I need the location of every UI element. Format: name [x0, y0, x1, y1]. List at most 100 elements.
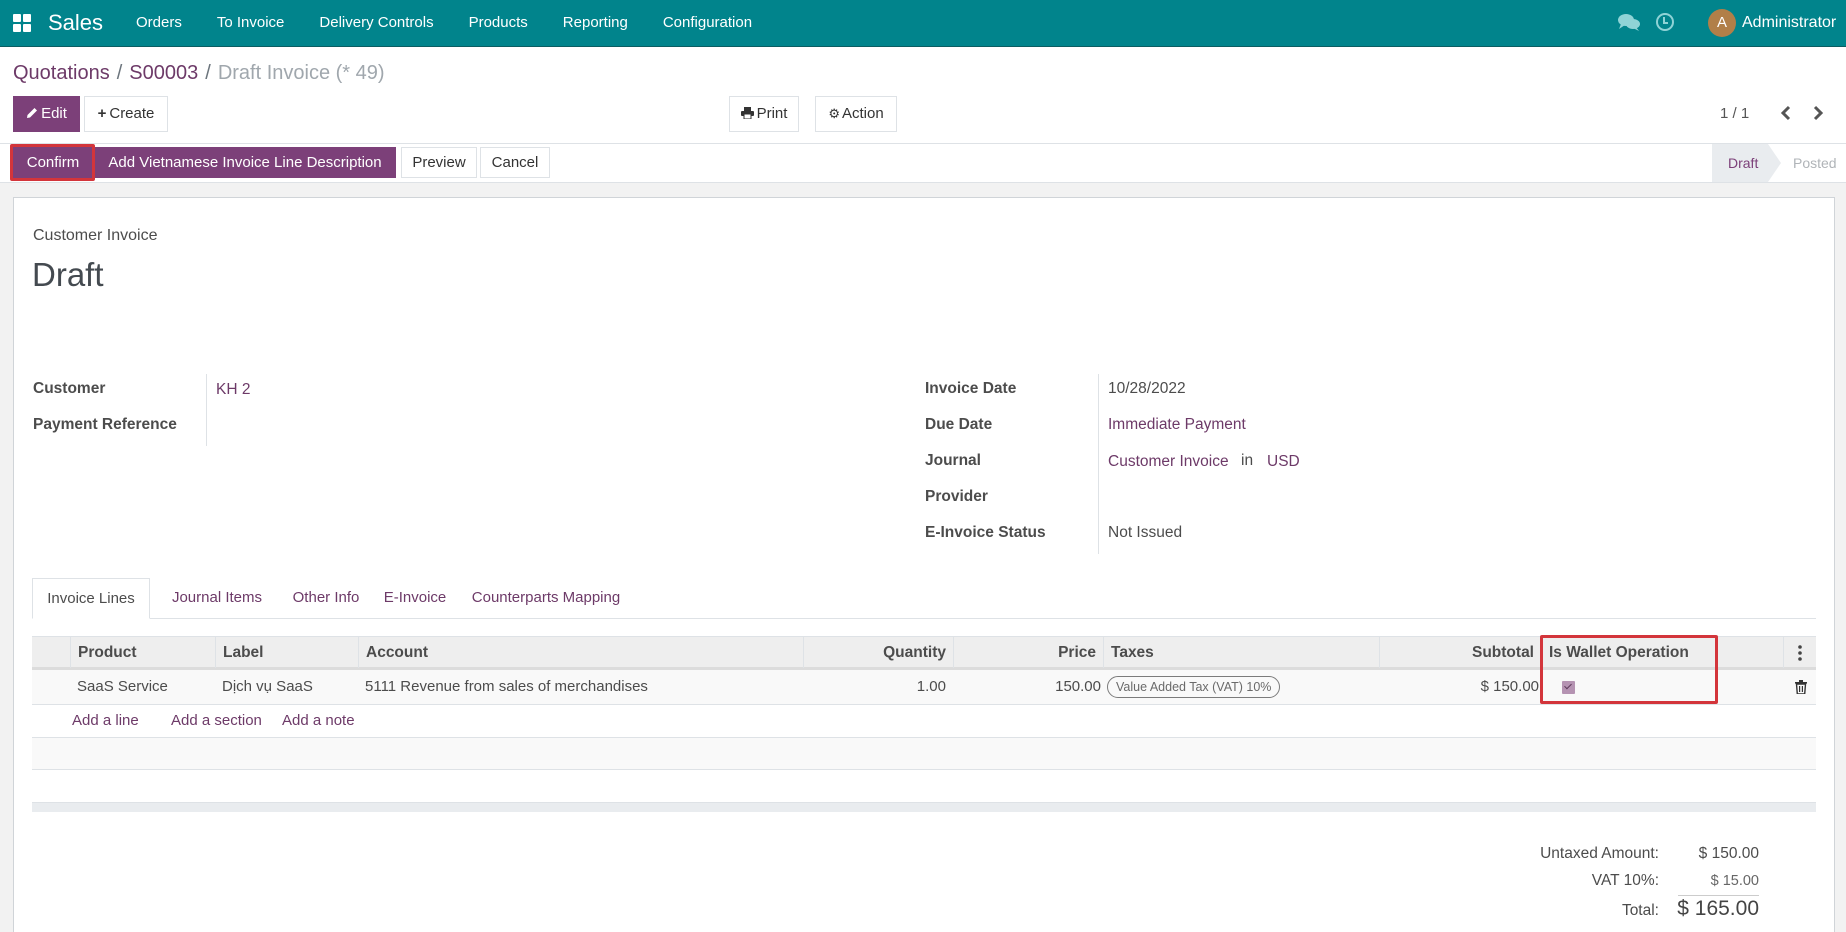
pager-value[interactable]: 1 / 1	[1720, 105, 1749, 122]
top-navbar: Sales Orders To Invoice Delivery Control…	[0, 0, 1846, 47]
column-header-subtotal[interactable]: Subtotal	[1379, 637, 1541, 668]
column-header-price[interactable]: Price	[953, 637, 1103, 668]
kebab-menu-icon	[1798, 645, 1802, 661]
chat-icon[interactable]	[1618, 13, 1640, 33]
cell-taxes: Value Added Tax (VAT) 10%	[1103, 670, 1379, 704]
breadcrumb-quotations[interactable]: Quotations	[13, 62, 110, 84]
payment-reference-value	[216, 416, 516, 436]
stage-draft: Draft	[1712, 144, 1781, 182]
apps-menu-icon[interactable]	[13, 14, 31, 32]
payment-reference-label: Payment Reference	[33, 416, 177, 433]
right-group-divider	[1098, 374, 1099, 554]
untaxed-amount-label: Untaxed Amount:	[1540, 845, 1659, 862]
delete-line-button[interactable]	[1788, 670, 1814, 704]
tab-other-info[interactable]: Other Info	[282, 578, 370, 619]
confirm-button[interactable]: Confirm	[13, 147, 93, 178]
column-header-is-wallet-operation[interactable]: Is Wallet Operation	[1541, 637, 1783, 668]
table-header: Product Label Account Quantity Price Tax…	[32, 636, 1816, 670]
print-label: Print	[756, 105, 788, 122]
tab-invoice-lines[interactable]: Invoice Lines	[32, 578, 150, 619]
column-header-label[interactable]: Label	[215, 637, 358, 668]
tax-value: $ 15.00	[1710, 873, 1759, 889]
app-name[interactable]: Sales	[48, 10, 103, 36]
user-menu[interactable]: Administrator	[1742, 14, 1836, 32]
due-date-value[interactable]: Immediate Payment	[1108, 416, 1246, 434]
breadcrumb-order[interactable]: S00003	[129, 62, 198, 84]
total-label: Total:	[1621, 902, 1659, 919]
total-divider	[1678, 895, 1759, 896]
cell-subtotal: $ 150.00	[1480, 678, 1539, 695]
main-menu: Orders To Invoice Delivery Controls Prod…	[136, 14, 787, 31]
chevron-left-icon	[1780, 105, 1791, 121]
edit-label: Edit	[41, 105, 67, 122]
einvoice-status-value: Not Issued	[1108, 524, 1183, 541]
cell-label: Dịch vụ SaaS	[222, 678, 313, 695]
due-date-label: Due Date	[925, 416, 993, 433]
column-header-product[interactable]: Product	[70, 637, 215, 668]
menu-delivery-controls[interactable]: Delivery Controls	[319, 14, 433, 31]
add-vietnamese-description-button[interactable]: Add Vietnamese Invoice Line Description	[94, 147, 396, 178]
action-button[interactable]: ⚙ Action	[815, 96, 897, 132]
journal-label: Journal	[925, 452, 981, 469]
handle-column-header	[32, 637, 70, 668]
column-header-taxes[interactable]: Taxes	[1103, 637, 1379, 668]
pager-previous-button[interactable]	[1776, 103, 1796, 123]
tab-counterparts-mapping[interactable]: Counterparts Mapping	[460, 578, 632, 619]
create-button[interactable]: + Create	[84, 96, 168, 132]
pager-next-button[interactable]	[1808, 103, 1828, 123]
breadcrumb: Quotations / S00003 / Draft Invoice (* 49)	[13, 62, 385, 85]
empty-table-row	[32, 770, 1816, 803]
invoice-date-label: Invoice Date	[925, 380, 1017, 397]
left-group-divider	[206, 374, 207, 446]
currency-value[interactable]: USD	[1267, 453, 1300, 471]
cell-price: 150.00	[1055, 678, 1101, 695]
gear-icon: ⚙	[828, 106, 840, 121]
add-a-note-link[interactable]: Add a note	[282, 712, 355, 729]
menu-configuration[interactable]: Configuration	[663, 14, 752, 31]
breadcrumb-separator: /	[205, 62, 211, 84]
create-label: Create	[109, 105, 155, 122]
preview-button[interactable]: Preview	[401, 147, 477, 178]
tab-e-invoice[interactable]: E-Invoice	[378, 578, 452, 619]
notebook-tabs: Invoice Lines Journal Items Other Info E…	[32, 578, 1816, 619]
add-a-line-link[interactable]: Add a line	[72, 712, 139, 729]
table-footer	[32, 803, 1816, 812]
column-header-account[interactable]: Account	[358, 637, 803, 668]
is-wallet-operation-checkbox[interactable]	[1562, 681, 1575, 694]
print-icon	[740, 107, 754, 120]
optional-columns-toggle[interactable]	[1783, 637, 1816, 668]
cell-quantity: 1.00	[916, 678, 946, 695]
menu-to-invoice[interactable]: To Invoice	[217, 14, 285, 31]
plus-icon: +	[97, 105, 107, 122]
user-avatar[interactable]: A	[1708, 9, 1736, 37]
breadcrumb-current: Draft Invoice (* 49)	[217, 62, 385, 84]
document-type: Customer Invoice	[33, 227, 158, 244]
breadcrumb-separator: /	[116, 62, 123, 84]
print-button[interactable]: Print	[729, 96, 799, 132]
empty-table-row	[32, 738, 1816, 770]
tax-tag: Value Added Tax (VAT) 10%	[1107, 676, 1281, 699]
invoice-form-sheet: Customer Invoice Draft Customer KH 2 Pay…	[13, 197, 1835, 932]
trash-icon	[1795, 680, 1807, 695]
activity-clock-icon[interactable]	[1656, 13, 1674, 31]
tax-label: VAT 10%:	[1591, 872, 1659, 889]
menu-reporting[interactable]: Reporting	[563, 14, 628, 31]
cell-account: 5111 Revenue from sales of merchandises	[365, 678, 648, 695]
tab-journal-items[interactable]: Journal Items	[162, 578, 272, 619]
stage-posted[interactable]: Posted	[1793, 144, 1837, 182]
untaxed-amount-value: $ 150.00	[1698, 845, 1759, 862]
cancel-button[interactable]: Cancel	[480, 147, 550, 178]
chevron-right-icon	[1813, 105, 1824, 121]
menu-orders[interactable]: Orders	[136, 14, 182, 31]
add-a-section-link[interactable]: Add a section	[171, 712, 262, 729]
control-panel: Quotations / S00003 / Draft Invoice (* 49) E…	[0, 47, 1846, 144]
column-header-quantity[interactable]: Quantity	[803, 637, 953, 668]
menu-products[interactable]: Products	[469, 14, 528, 31]
action-label: Action	[841, 105, 884, 122]
customer-value[interactable]: KH 2	[216, 381, 250, 399]
status-bar: Confirm Add Vietnamese Invoice Line Desc…	[0, 144, 1846, 183]
edit-button[interactable]: Edit	[13, 96, 80, 132]
journal-value[interactable]: Customer Invoice	[1108, 453, 1229, 471]
table-row[interactable]: SaaS Service Dịch vụ SaaS 5111 Revenue f…	[32, 670, 1816, 705]
document-name: Draft	[32, 256, 104, 293]
